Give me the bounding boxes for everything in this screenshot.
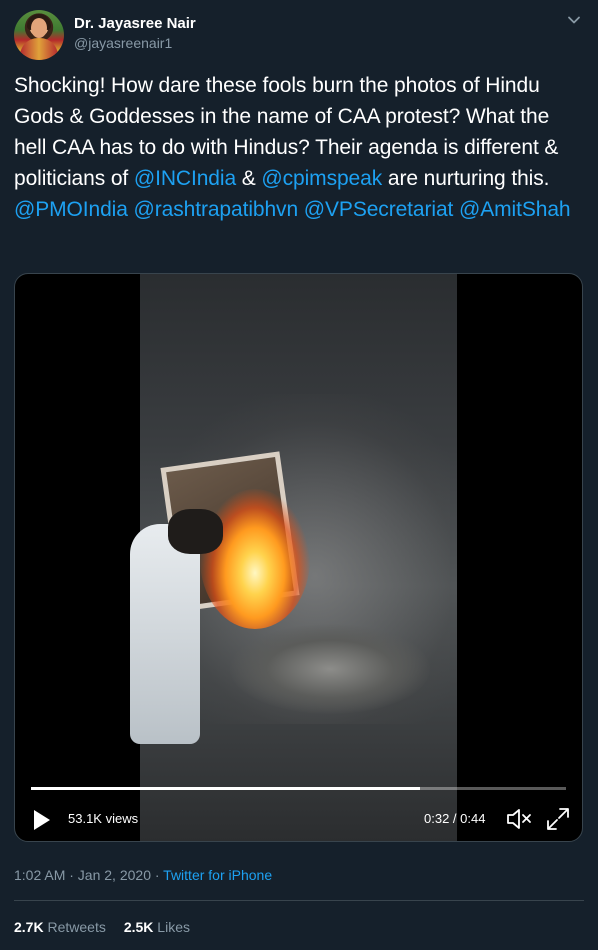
chevron-down-icon[interactable] — [566, 12, 582, 28]
tweet-timestamp[interactable]: 1:02 AM · Jan 2, 2020 · — [14, 867, 163, 883]
likes-label: Likes — [157, 919, 190, 935]
likes-stat[interactable]: 2.5K Likes — [124, 919, 190, 935]
view-count: 53.1K views — [68, 811, 139, 826]
tweet-text: Shocking! How dare these fools burn the … — [14, 70, 586, 225]
mention-link[interactable]: @INCIndia — [134, 167, 236, 190]
divider — [14, 900, 584, 901]
mention-link[interactable]: @cpimspeak — [261, 167, 382, 190]
tweet-text-segment: are nurturing this. — [382, 167, 550, 190]
video-frame[interactable] — [130, 274, 457, 841]
avatar[interactable] — [14, 10, 64, 60]
mute-icon[interactable] — [506, 807, 532, 831]
mention-link[interactable]: @PMOIndia — [14, 198, 128, 221]
video-progress-bar[interactable] — [31, 787, 566, 790]
likes-count: 2.5K — [123, 919, 154, 935]
tweet-text-segment: & — [236, 167, 262, 190]
author-name[interactable]: Dr. Jayasree Nair — [74, 15, 196, 32]
mention-link[interactable]: @rashtrapatibhvn — [134, 198, 299, 221]
tweet-header: Dr. Jayasree Nair @jayasreenair1 — [14, 10, 584, 60]
fullscreen-icon[interactable] — [546, 807, 570, 831]
tweet-meta: 1:02 AM · Jan 2, 2020 · Twitter for iPho… — [14, 867, 272, 883]
video-progress-fill — [31, 787, 420, 790]
retweets-label: Retweets — [47, 919, 106, 935]
video-time: 0:32 / 0:44 — [424, 811, 486, 826]
tweet-source[interactable]: Twitter for iPhone — [163, 867, 272, 883]
mention-link[interactable]: @AmitShah — [459, 198, 571, 221]
mention-link[interactable]: @VPSecretariat — [304, 198, 454, 221]
retweets-stat[interactable]: 2.7K Retweets — [14, 919, 106, 935]
video-player[interactable]: 53.1K views 0:32 / 0:44 — [14, 273, 583, 842]
tweet-stats: 2.7K Retweets 2.5K Likes — [14, 919, 190, 935]
retweets-count: 2.7K — [14, 919, 44, 935]
author-handle[interactable]: @jayasreenair1 — [74, 35, 172, 51]
play-icon[interactable] — [33, 809, 51, 831]
